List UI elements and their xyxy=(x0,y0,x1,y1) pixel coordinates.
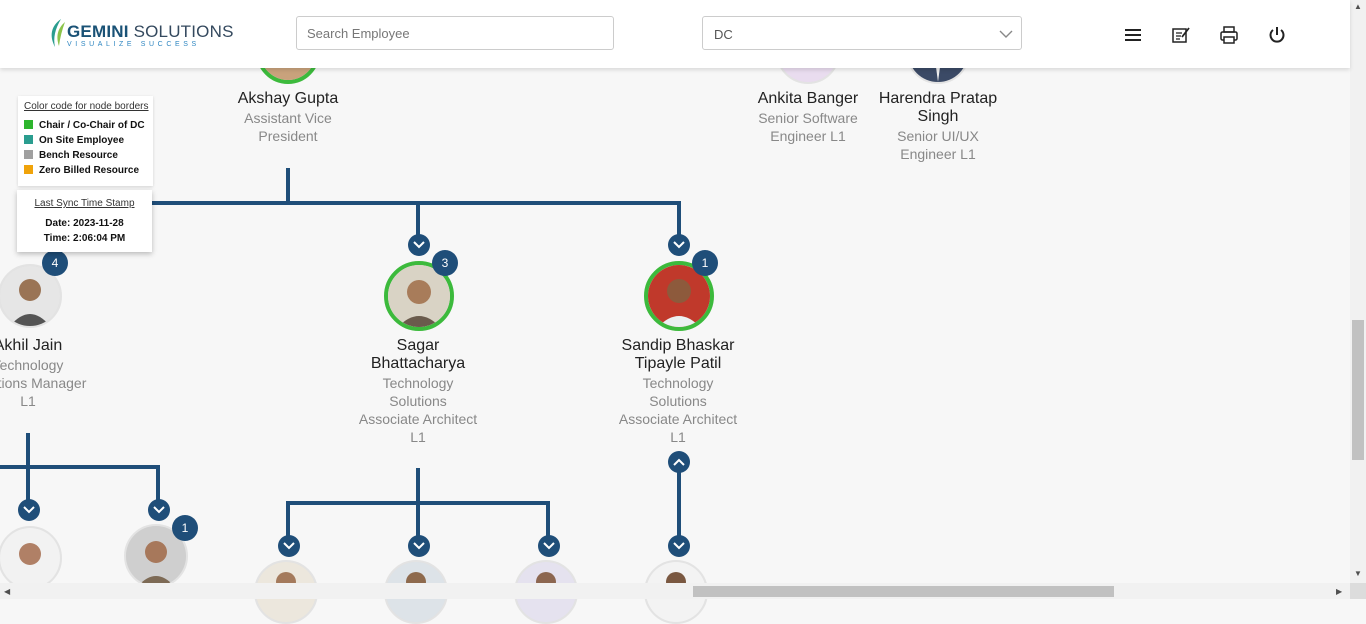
node-title-line: Solutions xyxy=(649,393,707,409)
scroll-right-arrow-icon[interactable]: ▶ xyxy=(1336,587,1342,596)
node-title-line: President xyxy=(258,128,318,144)
legend-swatch xyxy=(24,150,33,159)
connector-line xyxy=(416,501,420,537)
department-select[interactable]: DC xyxy=(702,16,1022,50)
node-name-akhil-jain: Akhil Jain xyxy=(0,337,63,354)
node-title-line: L1 xyxy=(20,393,36,409)
chevron-down-icon xyxy=(153,506,165,514)
chevron-down-icon xyxy=(283,542,295,550)
chevron-down-icon xyxy=(543,542,555,550)
connector-line xyxy=(677,201,681,237)
node-name-line: Sagar xyxy=(396,337,440,354)
expand-toggle-sagar[interactable] xyxy=(408,234,430,256)
expand-toggle[interactable] xyxy=(408,535,430,557)
last-sync-panel: Last Sync Time Stamp Date: 2023-11-28 Ti… xyxy=(17,190,152,252)
node-title-line: Assistant Vice xyxy=(244,110,332,126)
node-title-line: Technology xyxy=(642,375,714,391)
expand-toggle[interactable] xyxy=(148,499,170,521)
scroll-down-arrow-icon[interactable]: ▼ xyxy=(1354,569,1362,578)
scrollbar-corner xyxy=(1350,583,1366,599)
chevron-up-icon xyxy=(673,458,685,466)
expand-toggle[interactable] xyxy=(278,535,300,557)
chevron-down-icon xyxy=(413,241,425,249)
chevron-down-icon xyxy=(23,506,35,514)
sync-time: Time: 2:06:04 PM xyxy=(43,233,126,244)
legend-item: Chair / Co-Chair of DC xyxy=(24,120,145,131)
horizontal-scrollbar[interactable]: ◀ ▶ xyxy=(0,583,1350,599)
scroll-up-arrow-icon[interactable]: ▲ xyxy=(1354,2,1362,11)
avatar-employee[interactable] xyxy=(0,526,62,590)
leaf-logo-icon xyxy=(51,19,65,47)
count-badge: 1 xyxy=(692,250,718,276)
department-select-value: DC xyxy=(714,27,733,42)
count-badge: 3 xyxy=(432,250,458,276)
logo-title: GEMINI SOLUTIONS xyxy=(67,22,234,41)
person-photo-icon xyxy=(0,528,60,588)
node-title-line: Technology xyxy=(0,357,64,373)
gemini-logo[interactable]: GEMINI SOLUTIONS VISUALIZE SUCCESS xyxy=(47,18,233,52)
node-title-line: Technology xyxy=(382,375,454,391)
print-icon[interactable] xyxy=(1218,24,1240,46)
horizontal-scroll-thumb[interactable] xyxy=(693,586,1114,597)
vertical-scrollbar[interactable]: ▲ ▼ xyxy=(1350,0,1366,583)
connector-line xyxy=(0,465,160,469)
node-name-line: Singh xyxy=(917,108,959,125)
chevron-down-icon xyxy=(999,30,1013,38)
node-title-line: Associate Architect xyxy=(618,411,738,427)
legend-item: Zero Billed Resource xyxy=(24,165,139,176)
connector-line xyxy=(677,470,681,538)
node-title-line: L1 xyxy=(410,429,426,445)
node-name-line: Tipayle Patil xyxy=(634,355,722,372)
legend-heading: Color code for node borders xyxy=(24,101,149,112)
connector-line xyxy=(416,468,420,504)
chevron-down-icon xyxy=(673,241,685,249)
legend-swatch xyxy=(24,120,33,129)
connector-line xyxy=(286,168,290,204)
node-title-line: Engineer L1 xyxy=(900,146,976,162)
connector-line xyxy=(156,465,160,501)
power-icon[interactable] xyxy=(1266,24,1288,46)
edit-note-icon[interactable] xyxy=(1170,24,1192,46)
chevron-down-icon xyxy=(413,542,425,550)
node-title-line: Solutions Manager xyxy=(0,375,87,391)
collapse-toggle-sandip[interactable] xyxy=(668,451,690,473)
vertical-scroll-thumb[interactable] xyxy=(1352,320,1364,460)
connector-line xyxy=(286,501,290,537)
node-title-line: Solutions xyxy=(389,393,447,409)
expand-toggle[interactable] xyxy=(538,535,560,557)
legend-swatch xyxy=(24,135,33,144)
node-border-legend: Color code for node borders Chair / Co-C… xyxy=(18,96,153,186)
chevron-down-icon xyxy=(673,542,685,550)
node-title-line: Senior UI/UX xyxy=(897,128,979,144)
count-badge: 4 xyxy=(42,250,68,276)
node-name-line: Bhattacharya xyxy=(370,355,466,372)
sync-heading: Last Sync Time Stamp xyxy=(34,198,135,209)
app-header: GEMINI SOLUTIONS VISUALIZE SUCCESS DC xyxy=(0,0,1350,68)
node-name-line: Harendra Pratap xyxy=(878,90,998,107)
legend-item: On Site Employee xyxy=(24,135,124,146)
connector-line xyxy=(416,201,420,237)
node-title-line: L1 xyxy=(670,429,686,445)
expand-toggle[interactable] xyxy=(18,499,40,521)
count-badge: 1 xyxy=(172,515,198,541)
node-title-line: Associate Architect xyxy=(358,411,478,427)
sync-date: Date: 2023-11-28 xyxy=(45,218,124,229)
scroll-left-arrow-icon[interactable]: ◀ xyxy=(4,587,10,596)
legend-swatch xyxy=(24,165,33,174)
node-name-akshay-gupta: Akshay Gupta xyxy=(237,90,339,107)
node-name-line: Sandip Bhaskar xyxy=(621,337,735,354)
logo-tagline: VISUALIZE SUCCESS xyxy=(67,41,200,48)
expand-toggle-sandip[interactable] xyxy=(668,234,690,256)
legend-item: Bench Resource xyxy=(24,150,118,161)
expand-toggle[interactable] xyxy=(668,535,690,557)
search-employee-input[interactable] xyxy=(296,16,614,50)
menu-icon[interactable] xyxy=(1122,24,1144,46)
connector-line xyxy=(546,501,550,537)
